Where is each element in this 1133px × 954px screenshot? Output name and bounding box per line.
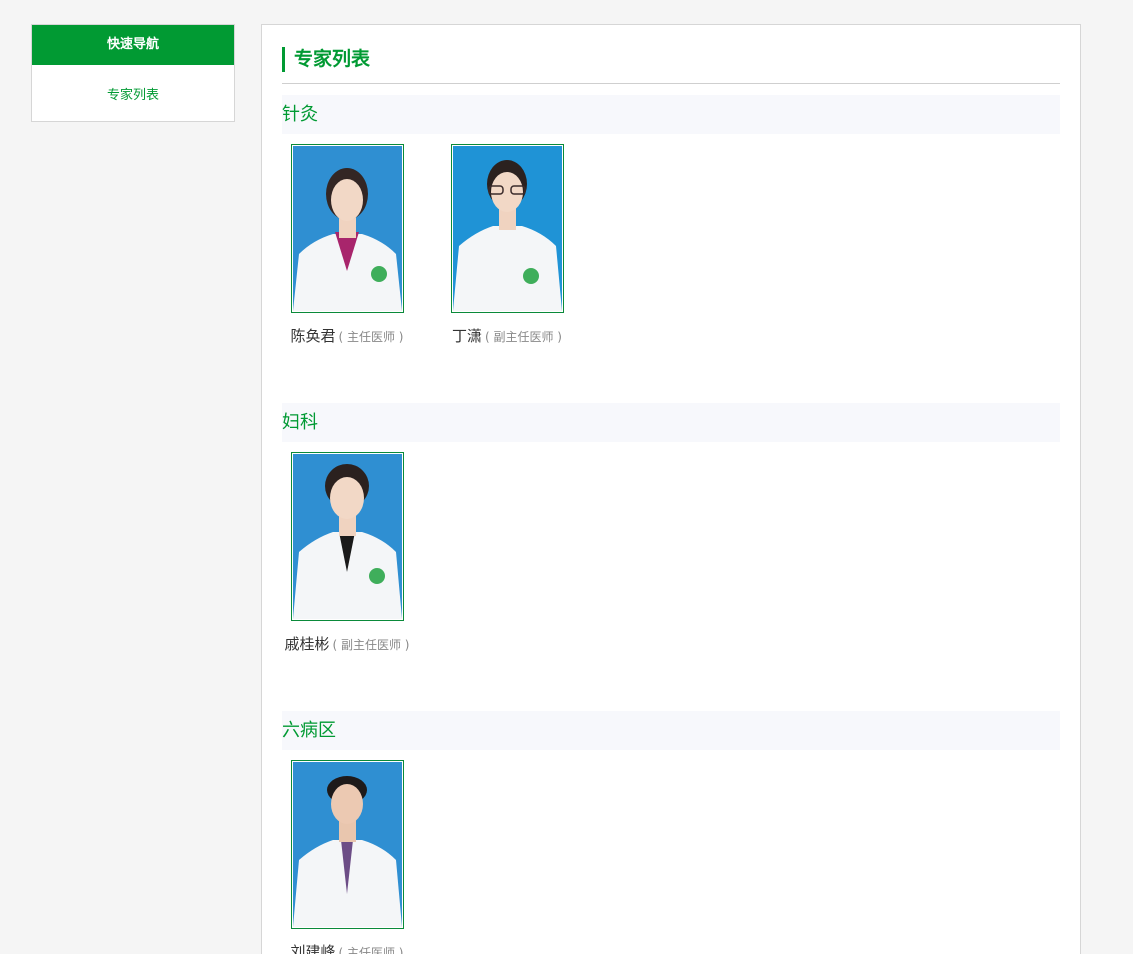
doctor-photo[interactable] [290, 452, 404, 621]
page-title-bar: 专家列表 [282, 47, 1060, 84]
section-ward-six: 六病区 刘建峰( 主任医师 ) [282, 711, 1060, 954]
doctor-name[interactable]: 陈奂君 [290, 327, 335, 345]
doctor-name[interactable]: 丁潇 [452, 327, 482, 345]
sidebar-link-expert-list[interactable]: 专家列表 [32, 65, 234, 122]
section-acupuncture: 针灸 陈奂君( 主任医师 ) 丁潇 (副主任医师) [282, 95, 1060, 354]
doctor-title: ( 主任医师 ) [338, 330, 404, 344]
quick-nav-panel: 快速导航 专家列表 [31, 24, 235, 122]
quick-nav-title: 快速导航 [32, 25, 234, 65]
section-title: 六病区 [282, 711, 1060, 750]
doctor-name[interactable]: 刘建峰 [290, 943, 335, 954]
section-gynecology: 妇科 戚桂彬( 副主任医师 ) [282, 403, 1060, 662]
doctor-title: ( 主任医师 ) [338, 946, 404, 954]
page-title: 专家列表 [282, 47, 1060, 72]
doctor-card[interactable]: 丁潇( 副主任医师 ) [442, 144, 572, 346]
main-panel: 专家列表 针灸 陈奂君( 主任医师 ) 丁潇 (副主任医师) 妇科 戚桂彬 … [261, 24, 1081, 954]
section-title: 妇科 [282, 403, 1060, 442]
doctor-card[interactable]: 陈奂君( 主任医师 ) [282, 144, 412, 346]
doctor-title: ( 副主任医师 ) [485, 330, 562, 344]
doctor-card[interactable]: 戚桂彬( 副主任医师 ) [282, 452, 412, 654]
doctor-photo[interactable] [290, 144, 404, 313]
doctor-name[interactable]: 戚桂彬 [284, 635, 329, 653]
doctor-card[interactable]: 刘建峰( 主任医师 ) [282, 760, 412, 954]
section-title: 针灸 [282, 95, 1060, 134]
doctor-photo[interactable] [450, 144, 564, 313]
doctor-title: ( 副主任医师 ) [332, 638, 410, 652]
doctor-photo[interactable] [290, 760, 404, 929]
